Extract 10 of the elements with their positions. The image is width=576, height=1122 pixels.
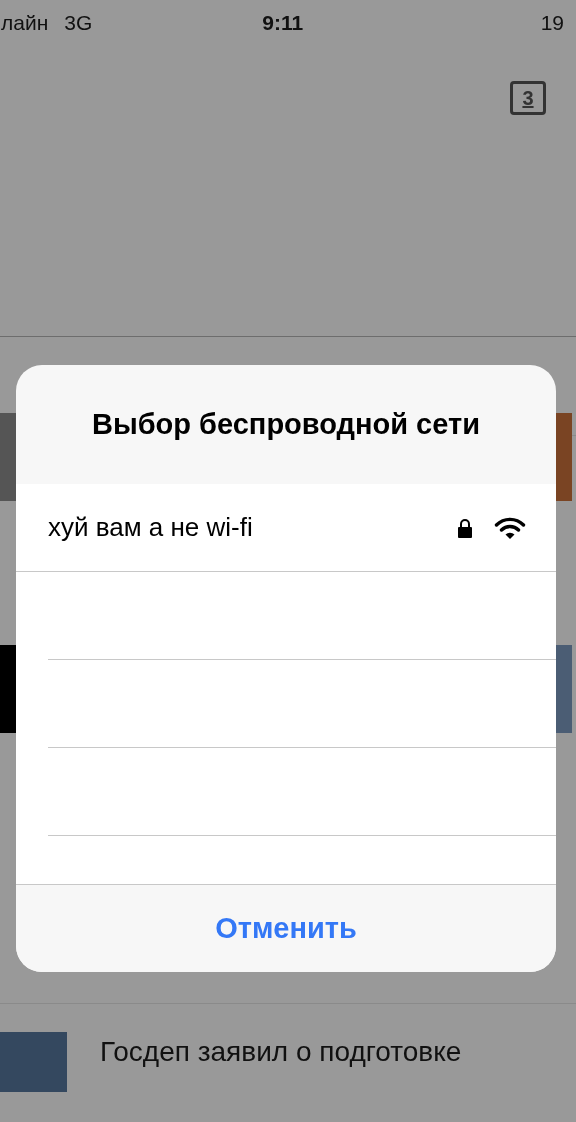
wifi-icon [494, 516, 526, 539]
dialog-title: Выбор беспроводной сети [90, 407, 481, 442]
battery-percent: 19 [540, 11, 564, 35]
carrier-name: лайн [1, 11, 49, 35]
clock-time: 9:11 [262, 11, 304, 35]
news-headline[interactable]: Госдеп заявил о подготовке [100, 1036, 462, 1068]
network-name: хуй вам а не wi-fi [48, 512, 254, 543]
network-type: 3G [64, 11, 93, 35]
tabs-button[interactable]: 3 [510, 81, 546, 115]
news-thumbnail [0, 1032, 67, 1092]
